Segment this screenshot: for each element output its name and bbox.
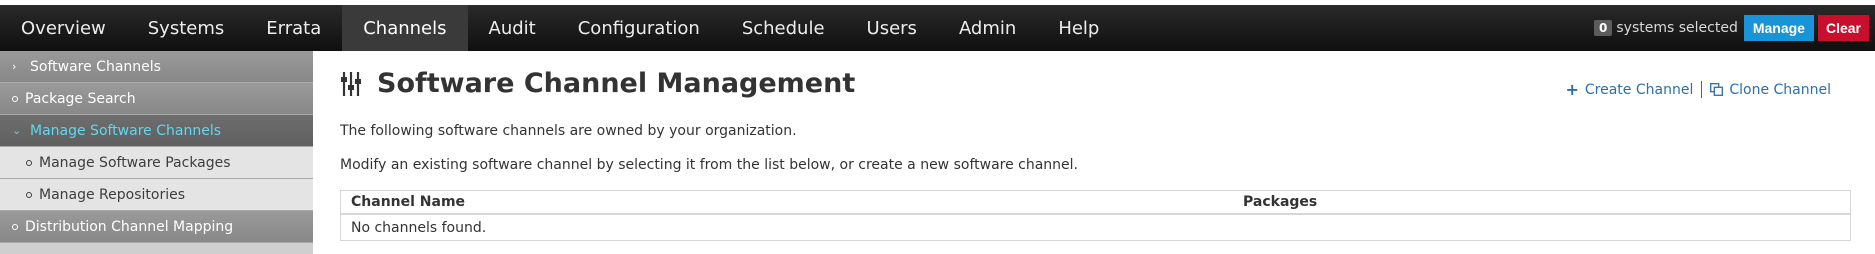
- nav-overview[interactable]: Overview: [0, 5, 127, 51]
- sidebar-item-manage-repositories[interactable]: Manage Repositories: [0, 179, 313, 211]
- sidebar-item-distribution-channel-mapping[interactable]: Distribution Channel Mapping: [0, 211, 313, 243]
- instructions-text: Modify an existing software channel by s…: [340, 157, 1079, 173]
- sidebar-item-label: Software Channels: [30, 58, 161, 75]
- bullet-icon: [12, 95, 18, 102]
- selected-systems-count: 0: [1594, 20, 1613, 36]
- main-nav: Overview Systems Errata Channels Audit C…: [0, 5, 1120, 51]
- nav-systems[interactable]: Systems: [127, 5, 246, 51]
- sidebar-item-label: Package Search: [25, 90, 136, 107]
- bullet-icon: [26, 191, 32, 198]
- page-header: Software Channel Management: [340, 68, 855, 99]
- bullet-icon: [26, 159, 32, 166]
- sidebar-item-label: Manage Software Channels: [30, 122, 221, 139]
- nav-admin[interactable]: Admin: [938, 5, 1037, 51]
- sidebar-item-manage-software-channels[interactable]: ⌄ Manage Software Channels: [0, 115, 313, 147]
- clone-icon: [1710, 83, 1724, 96]
- chevron-right-icon: ›: [12, 60, 17, 73]
- page-actions: + Create Channel Clone Channel: [1565, 80, 1831, 99]
- sliders-icon: [341, 71, 361, 96]
- clear-button[interactable]: Clear: [1817, 15, 1869, 41]
- sidebar-item-manage-software-packages[interactable]: Manage Software Packages: [0, 147, 313, 179]
- column-header-packages[interactable]: Packages: [1243, 194, 1317, 210]
- plus-icon: +: [1565, 80, 1579, 99]
- bullet-icon: [12, 223, 18, 230]
- intro-text: The following software channels are owne…: [340, 123, 797, 139]
- chevron-down-icon: ⌄: [12, 124, 22, 137]
- nav-channels[interactable]: Channels: [342, 5, 468, 51]
- system-set-manager: 0 systems selected Manage Clear: [1594, 5, 1875, 51]
- create-channel-link[interactable]: + Create Channel: [1565, 80, 1693, 99]
- nav-errata[interactable]: Errata: [245, 5, 342, 51]
- clone-channel-link[interactable]: Clone Channel: [1710, 82, 1831, 98]
- selected-systems-label: systems selected: [1616, 20, 1738, 36]
- channels-table: Channel Name Packages No channels found.: [340, 190, 1851, 241]
- nav-users[interactable]: Users: [846, 5, 938, 51]
- sidebar-item-package-search[interactable]: Package Search: [0, 83, 313, 115]
- nav-help[interactable]: Help: [1037, 5, 1120, 51]
- sidebar: › Software Channels Package Search ⌄ Man…: [0, 51, 313, 254]
- action-divider: [1701, 81, 1703, 98]
- empty-table-message: No channels found.: [351, 219, 487, 236]
- sidebar-item-label: Manage Repositories: [39, 186, 186, 203]
- column-header-channel-name[interactable]: Channel Name: [341, 194, 1243, 210]
- nav-configuration[interactable]: Configuration: [557, 5, 721, 51]
- top-navigation-bar: Overview Systems Errata Channels Audit C…: [0, 5, 1875, 51]
- table-header: Channel Name Packages: [341, 191, 1850, 215]
- nav-audit[interactable]: Audit: [468, 5, 557, 51]
- sidebar-item-software-channels[interactable]: › Software Channels: [0, 51, 313, 83]
- page-title: Software Channel Management: [377, 68, 856, 99]
- table-row: No channels found.: [341, 215, 1850, 240]
- sidebar-item-label: Distribution Channel Mapping: [25, 218, 234, 235]
- manage-button[interactable]: Manage: [1743, 15, 1814, 41]
- nav-schedule[interactable]: Schedule: [721, 5, 846, 51]
- create-channel-label: Create Channel: [1584, 81, 1694, 98]
- sidebar-item-label: Manage Software Packages: [39, 154, 231, 171]
- clone-channel-label: Clone Channel: [1729, 81, 1831, 98]
